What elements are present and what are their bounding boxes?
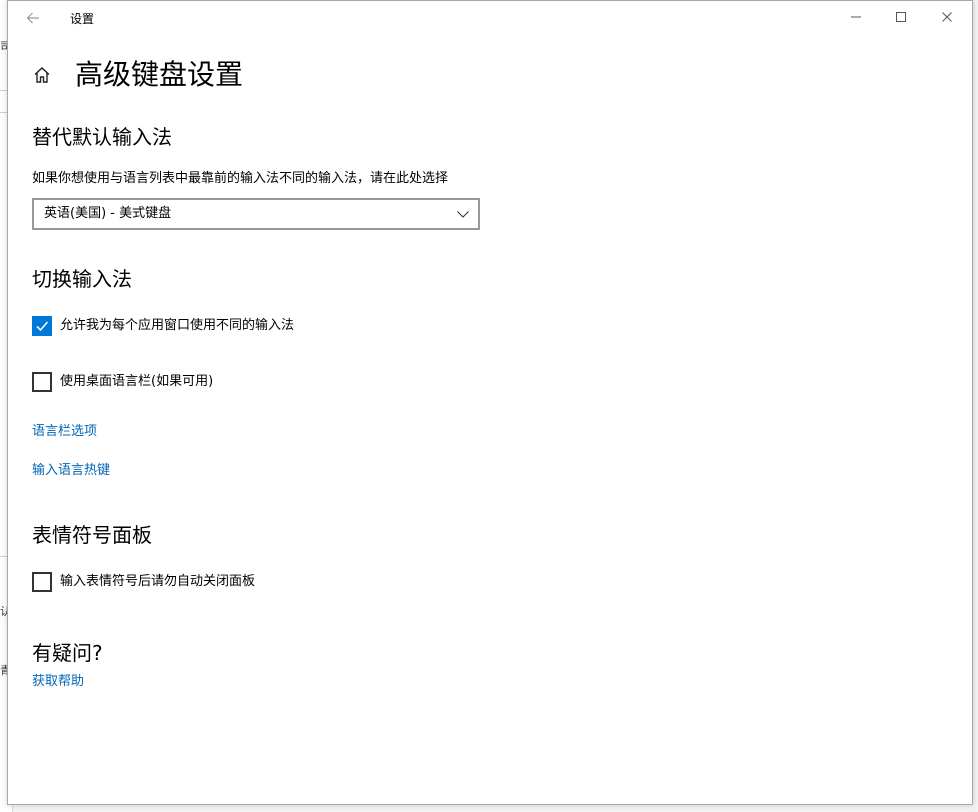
- maximize-icon: [896, 12, 906, 22]
- per-app-input-checkbox[interactable]: [32, 316, 52, 336]
- desktop-language-bar-checkbox-row[interactable]: 使用桌面语言栏(如果可用): [32, 371, 213, 393]
- checkmark-icon: [36, 321, 49, 332]
- chevron-down-icon: [457, 211, 469, 218]
- home-icon: [34, 67, 50, 83]
- emoji-panel-checkbox[interactable]: [32, 572, 52, 592]
- switch-section-title: 切换输入法: [32, 267, 132, 291]
- desktop-language-bar-checkbox[interactable]: [32, 372, 52, 392]
- override-description: 如果你想使用与语言列表中最靠前的输入法不同的输入法，请在此处选择: [32, 171, 449, 186]
- language-bar-options-link[interactable]: 语言栏选项: [32, 423, 97, 441]
- per-app-input-checkbox-row[interactable]: 允许我为每个应用窗口使用不同的输入法: [32, 315, 294, 337]
- maximize-button[interactable]: [889, 5, 913, 29]
- title-bar: 设置: [8, 1, 972, 35]
- window-title: 设置: [70, 12, 95, 26]
- home-button[interactable]: [30, 63, 54, 87]
- emoji-panel-label: 输入表情符号后请勿自动关闭面板: [60, 574, 256, 589]
- dropdown-selected-value: 英语(美国) - 美式键盘: [44, 206, 172, 221]
- close-icon: [942, 12, 952, 22]
- back-button[interactable]: [20, 5, 46, 31]
- emoji-section-title: 表情符号面板: [32, 523, 152, 547]
- arrow-left-icon: [26, 12, 39, 24]
- per-app-input-label: 允许我为每个应用窗口使用不同的输入法: [60, 318, 295, 333]
- page-title: 高级键盘设置: [75, 58, 244, 91]
- settings-window: 设置 高级键盘设置 替代默认输入法 如果你想使用与语言列表中最靠前的输入法不同的…: [7, 0, 973, 805]
- help-section-title: 有疑问?: [32, 641, 103, 665]
- emoji-panel-checkbox-row[interactable]: 输入表情符号后请勿自动关闭面板: [32, 571, 255, 593]
- desktop-language-bar-label: 使用桌面语言栏(如果可用): [60, 374, 214, 389]
- minimize-button[interactable]: [844, 5, 868, 29]
- minimize-icon: [851, 16, 861, 18]
- override-section-title: 替代默认输入法: [32, 125, 172, 149]
- input-method-dropdown[interactable]: 英语(美国) - 美式键盘: [32, 198, 480, 230]
- close-button[interactable]: [935, 5, 959, 29]
- get-help-link[interactable]: 获取帮助: [32, 673, 84, 691]
- input-language-hotkeys-link[interactable]: 输入语言热键: [32, 462, 110, 480]
